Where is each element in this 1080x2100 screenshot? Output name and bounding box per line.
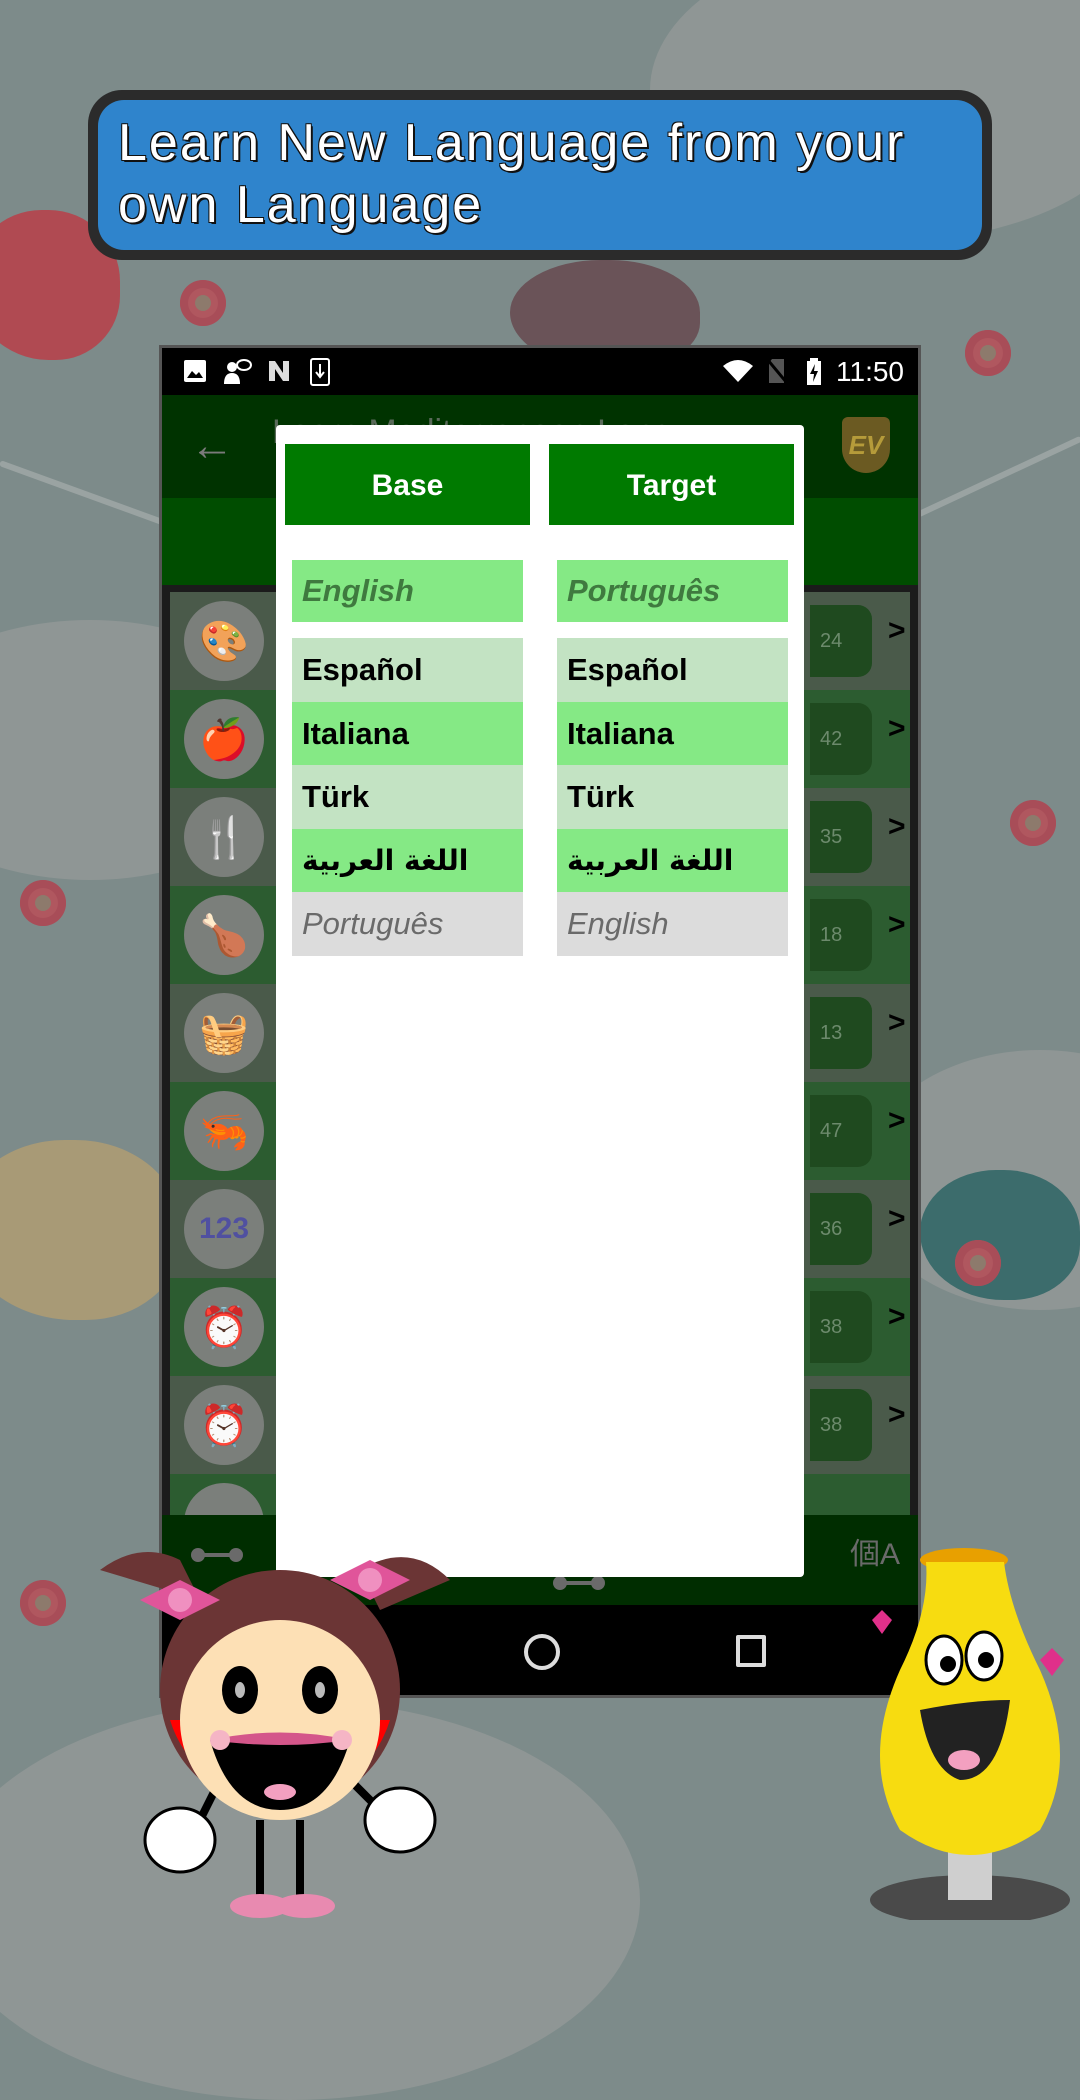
target-language-option[interactable]: اللغة العربية xyxy=(557,828,788,892)
base-selected-language: English xyxy=(292,560,523,622)
base-language-option[interactable]: Italiana xyxy=(292,701,523,765)
target-language-column: Português Español Italiana Türk اللغة العرب… xyxy=(557,560,788,956)
vegetable-basket-icon: 🧺 xyxy=(184,993,264,1073)
item-count-badge: 35 xyxy=(810,801,872,873)
chevron-right-icon[interactable]: > xyxy=(888,1398,906,1432)
numbers-icon: 123 xyxy=(184,1189,264,1269)
target-selected-language: Português xyxy=(557,560,788,622)
promo-banner-text: Learn New Language from your own Languag… xyxy=(118,114,906,234)
background-branch xyxy=(0,460,189,535)
background-branch xyxy=(898,435,1080,526)
battery-charging-icon xyxy=(806,358,822,385)
item-count-badge: 24 xyxy=(810,605,872,677)
background-bird xyxy=(0,1140,180,1320)
chevron-right-icon[interactable]: > xyxy=(888,614,906,648)
background-flower xyxy=(20,1580,66,1626)
item-count-badge: 36 xyxy=(810,1193,872,1265)
item-count-badge: 42 xyxy=(810,703,872,775)
paint-icon: 🎨 xyxy=(184,601,264,681)
background-flower xyxy=(955,1240,1001,1286)
target-language-option[interactable]: Español xyxy=(557,638,788,702)
vase-mascot-illustration xyxy=(870,1548,1070,1920)
target-language-option[interactable]: Türk xyxy=(557,765,788,829)
n-icon xyxy=(266,358,292,384)
status-bar: 11:50 xyxy=(162,348,918,395)
wifi-icon xyxy=(722,358,754,384)
background-flower xyxy=(965,330,1011,376)
chevron-right-icon[interactable]: > xyxy=(888,712,906,746)
seafood-icon: 🦐 xyxy=(184,1091,264,1171)
status-time: 11:50 xyxy=(836,356,904,387)
target-tab-button[interactable]: Target xyxy=(549,444,794,525)
base-tab-button[interactable]: Base xyxy=(285,444,530,525)
apple-icon: 🍎 xyxy=(184,699,264,779)
roast-chicken-icon: 🍗 xyxy=(184,895,264,975)
item-count-badge: 18 xyxy=(810,899,872,971)
base-language-option[interactable]: Español xyxy=(292,638,523,702)
chevron-right-icon[interactable]: > xyxy=(888,1202,906,1236)
chevron-right-icon[interactable]: > xyxy=(888,908,906,942)
target-language-option: English xyxy=(557,892,788,956)
nav-recents-icon[interactable] xyxy=(736,1635,766,1667)
item-count-badge: 38 xyxy=(810,1291,872,1363)
image-icon xyxy=(182,358,208,384)
target-language-option[interactable]: Italiana xyxy=(557,701,788,765)
girl-mascot-illustration xyxy=(100,1552,450,1918)
chat-icon xyxy=(222,358,252,384)
base-language-option: Português xyxy=(292,892,523,956)
arrow-left-icon[interactable]: ← xyxy=(190,421,234,471)
item-count-badge: 13 xyxy=(810,997,872,1069)
background-flower xyxy=(1010,800,1056,846)
promo-banner-box: Learn New Language from your own Languag… xyxy=(98,100,982,250)
chevron-right-icon[interactable]: > xyxy=(888,1104,906,1138)
chevron-right-icon[interactable]: > xyxy=(888,810,906,844)
background-flower xyxy=(180,280,226,326)
base-language-column: English Español Italiana Türk اللغة العربية… xyxy=(292,560,523,956)
base-language-option[interactable]: اللغة العربية xyxy=(292,828,523,892)
alarm-clock-icon: ⏰ xyxy=(184,1287,264,1367)
promo-banner: Learn New Language from your own Languag… xyxy=(88,90,992,260)
target-language-list: Español Italiana Türk اللغة العربية English xyxy=(557,638,788,956)
base-language-list: Español Italiana Türk اللغة العربية Portuguê… xyxy=(292,638,523,956)
item-count-badge: 47 xyxy=(810,1095,872,1167)
cutlery-icon: 🍴 xyxy=(184,797,264,877)
base-language-option[interactable]: Türk xyxy=(292,765,523,829)
nav-home-icon[interactable] xyxy=(524,1634,560,1670)
item-count-badge: 38 xyxy=(810,1389,872,1461)
chevron-right-icon[interactable]: > xyxy=(888,1300,906,1334)
ev-logo-icon: EV xyxy=(842,417,890,473)
language-dialog: Base Target English Español Italiana Türk ا… xyxy=(276,425,804,1577)
alarm-clock-icon: ⏰ xyxy=(184,1385,264,1465)
chevron-right-icon[interactable]: > xyxy=(888,1006,906,1040)
no-sim-icon xyxy=(765,358,789,384)
download-icon xyxy=(310,358,330,386)
background-flower xyxy=(20,880,66,926)
